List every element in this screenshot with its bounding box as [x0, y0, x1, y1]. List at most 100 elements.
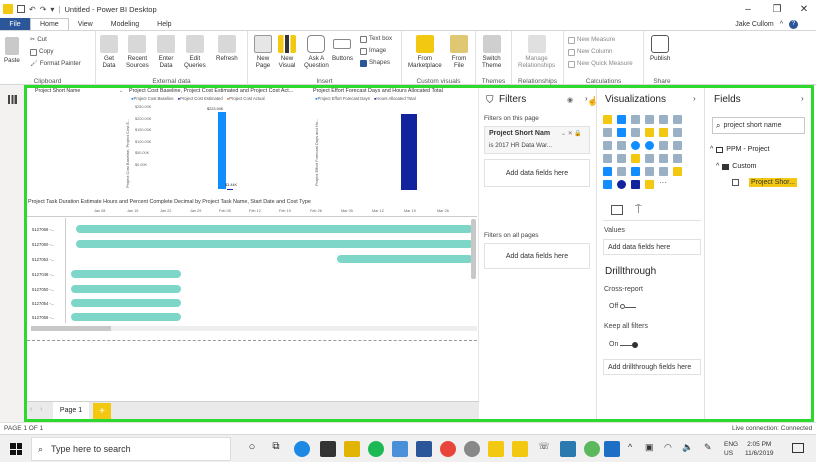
undo-icon[interactable]: ↶	[29, 5, 36, 14]
language-indicator[interactable]: ENG US	[724, 440, 738, 458]
tab-file[interactable]: File	[0, 18, 30, 30]
customize-quick-access-icon[interactable]: ▾	[50, 5, 54, 14]
gantt-bar[interactable]	[71, 299, 181, 307]
show-hidden-icons[interactable]: ^	[628, 442, 632, 452]
new-measure-button[interactable]: New Measure	[568, 36, 615, 44]
gantt-vertical-scrollbar[interactable]	[471, 219, 476, 279]
user-name[interactable]: Jake Cullom	[735, 21, 774, 28]
fields-search-input[interactable]: ⌕ project short name	[712, 117, 805, 134]
values-drop-zone[interactable]: Add data fields here	[603, 239, 701, 255]
gantt-bar[interactable]	[71, 270, 181, 278]
restore-button[interactable]: ❐	[765, 0, 789, 18]
report-canvas[interactable]: Project Short Name ⌄ Project Cost Baseli…	[27, 88, 479, 401]
image-button[interactable]: Image	[360, 47, 386, 55]
r-visual-icon[interactable]	[645, 167, 654, 176]
filter-drop-zone[interactable]: Add data fields here	[484, 159, 590, 187]
paste-button[interactable]: Paste	[4, 37, 20, 64]
report-view-icon[interactable]	[8, 95, 17, 104]
cut-button[interactable]: ✂ Cut	[30, 36, 47, 44]
windows-start-icon[interactable]	[10, 443, 22, 455]
ribbon-chart-icon[interactable]	[673, 128, 682, 137]
redo-icon[interactable]: ↷	[40, 5, 47, 14]
text-box-button[interactable]: Text box	[360, 35, 392, 43]
decomposition-tree-icon[interactable]	[603, 180, 612, 189]
app-icon-2[interactable]: ☏	[536, 441, 552, 457]
gantt-bar[interactable]	[76, 225, 473, 233]
field-checkbox[interactable]	[732, 179, 739, 186]
mail-icon[interactable]	[320, 441, 336, 457]
gantt-visual-icon[interactable]	[645, 180, 654, 189]
kpi-icon[interactable]	[673, 154, 682, 163]
chart-bar[interactable]	[401, 114, 417, 190]
app-icon-5[interactable]	[604, 441, 620, 457]
taskbar-search-box[interactable]: ⌕ Type here to search	[31, 437, 231, 461]
minimize-button[interactable]: –	[736, 0, 760, 18]
new-page-button[interactable]: New Page	[254, 35, 272, 69]
100-percent-column-icon[interactable]	[673, 115, 682, 124]
publish-button[interactable]: Publish	[650, 35, 670, 62]
funnel-icon[interactable]	[617, 154, 626, 163]
scrollbar-thumb[interactable]	[31, 326, 111, 331]
manage-relationships-button[interactable]: Manage Relationships	[518, 35, 555, 69]
notifications-icon[interactable]	[792, 443, 804, 453]
key-influencers-icon[interactable]	[673, 167, 682, 176]
collapse-visualizations-icon[interactable]: ›	[693, 94, 696, 103]
app-icon-4[interactable]	[584, 441, 600, 457]
tab-modeling[interactable]: Modeling	[102, 18, 148, 30]
collapse-ribbon-icon[interactable]: ^	[780, 21, 783, 28]
enter-data-button[interactable]: Enter Data	[157, 35, 175, 69]
fields-well-icon[interactable]	[611, 205, 623, 215]
network-icon[interactable]: ▣	[645, 442, 654, 453]
field-project-short-name[interactable]: Project Shor...	[732, 178, 797, 187]
tab-help[interactable]: Help	[148, 18, 180, 30]
filled-map-icon[interactable]	[603, 154, 612, 163]
chart-bar[interactable]	[218, 112, 226, 189]
format-painter-button[interactable]: 🖌 Format Painter	[30, 60, 81, 68]
slicer-dropdown-icon[interactable]: ⌄	[119, 88, 123, 94]
chart-bar[interactable]	[227, 189, 233, 190]
clustered-bar-icon[interactable]	[631, 115, 640, 124]
copy-button[interactable]: Copy	[30, 48, 53, 56]
help-icon[interactable]: ?	[789, 19, 798, 29]
line-stacked-column-icon[interactable]	[659, 128, 668, 137]
app-icon[interactable]	[464, 441, 480, 457]
table-visual-icon[interactable]	[617, 167, 626, 176]
treemap-icon[interactable]	[659, 141, 668, 150]
wifi-icon[interactable]: ◠	[664, 442, 672, 453]
filter-card[interactable]: Project Short Nam ⌄ ✕ 🔒 is 2017 HR Data …	[484, 126, 590, 154]
app-icon-3[interactable]	[560, 441, 576, 457]
next-page-icon[interactable]: ›	[40, 406, 42, 413]
line-chart-icon[interactable]	[603, 128, 612, 137]
power-bi-taskbar-icon-2[interactable]	[512, 441, 528, 457]
waterfall-icon[interactable]	[603, 141, 612, 150]
slicer-icon[interactable]	[603, 167, 612, 176]
python-visual-icon[interactable]	[659, 167, 668, 176]
page-tab-1[interactable]: Page 1	[53, 402, 89, 419]
new-quick-measure-button[interactable]: New Quick Measure	[568, 60, 633, 68]
prev-page-icon[interactable]: ‹	[30, 406, 32, 413]
globe-icon[interactable]	[617, 180, 626, 189]
word-icon[interactable]	[416, 441, 432, 457]
from-file-button[interactable]: From File	[450, 35, 468, 69]
collapse-fields-icon[interactable]: ›	[801, 94, 804, 103]
table-custom[interactable]: ^ Custom	[716, 163, 756, 170]
keep-all-filters-toggle[interactable]: On	[609, 341, 639, 348]
clustered-column-icon[interactable]	[645, 115, 654, 124]
edge-icon[interactable]	[294, 441, 310, 457]
volume-icon[interactable]: 🔈	[682, 442, 693, 453]
cortana-icon[interactable]: ○	[244, 441, 260, 457]
stacked-area-icon[interactable]	[631, 128, 640, 137]
add-page-button[interactable]: +	[93, 403, 111, 419]
recent-sources-button[interactable]: Recent Sources	[126, 35, 149, 69]
custom-visual-icon[interactable]	[631, 180, 640, 189]
photos-icon[interactable]	[392, 441, 408, 457]
edit-queries-button[interactable]: Edit Queries	[184, 35, 206, 69]
clock[interactable]: 2:05 PM 11/6/2019	[745, 440, 773, 458]
scatter-icon[interactable]	[617, 141, 626, 150]
ask-question-button[interactable]: Ask A Question	[304, 35, 329, 69]
gantt-bar[interactable]	[71, 285, 181, 293]
task-view-icon[interactable]: ⧉	[268, 441, 284, 457]
area-chart-icon[interactable]	[617, 128, 626, 137]
refresh-button[interactable]: Refresh	[216, 35, 238, 62]
more-visuals-icon[interactable]: ···	[659, 178, 667, 187]
